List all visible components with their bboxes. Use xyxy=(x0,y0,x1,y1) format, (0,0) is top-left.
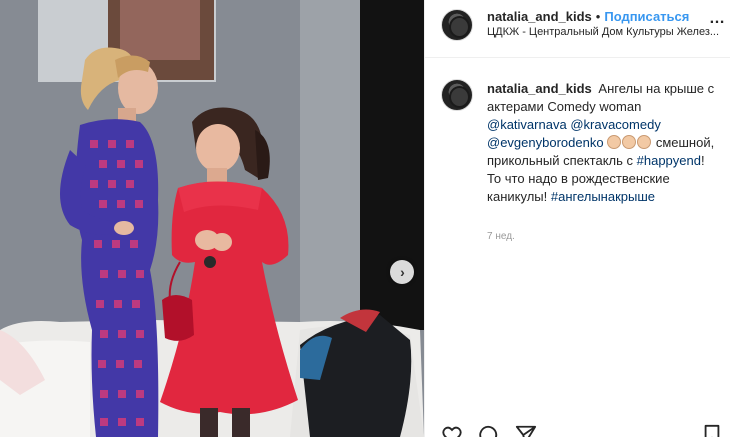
chevron-right-icon: › xyxy=(400,264,405,280)
post-header: natalia_and_kids • Подписаться ЦДКЖ - Цент… xyxy=(425,0,730,58)
mention-link-2[interactable]: @kravacomedy xyxy=(570,117,661,132)
bookmark-icon[interactable] xyxy=(701,424,723,437)
hashtag-link-1[interactable]: #happyend xyxy=(637,153,701,168)
mention-link-1[interactable]: @kativarnava xyxy=(487,117,567,132)
user-avatar[interactable] xyxy=(441,9,473,41)
caption-avatar[interactable] xyxy=(441,79,473,111)
hashtag-link-2[interactable]: #ангелынакрыше xyxy=(551,189,655,204)
carousel-next-button[interactable]: › xyxy=(390,260,414,284)
stage-photo-illustration xyxy=(0,0,424,437)
separator-dot: • xyxy=(595,9,601,24)
post-timestamp[interactable]: 7 нед. xyxy=(487,231,515,242)
follow-button[interactable]: Подписаться xyxy=(604,9,689,24)
mention-link-3[interactable]: @evgenyborodenko xyxy=(487,135,604,150)
share-icon[interactable] xyxy=(515,424,537,437)
location-link[interactable]: ЦДКЖ - Центральный Дом Культуры Желез... xyxy=(487,26,723,38)
comment-icon[interactable] xyxy=(477,424,499,437)
action-bar xyxy=(425,420,730,437)
clap-emoji-icon xyxy=(607,135,652,150)
caption-text: natalia_and_kids Ангелы на крыше с актер… xyxy=(487,80,719,206)
post-photo[interactable]: › xyxy=(0,0,424,437)
caption-username[interactable]: natalia_and_kids xyxy=(487,81,592,96)
username-link[interactable]: natalia_and_kids xyxy=(487,9,592,24)
header-title-row: natalia_and_kids • Подписаться xyxy=(487,9,689,24)
more-options-icon[interactable]: … xyxy=(709,10,725,28)
post-sidebar: natalia_and_kids • Подписаться ЦДКЖ - Цент… xyxy=(424,0,730,437)
heart-icon[interactable] xyxy=(441,424,463,437)
